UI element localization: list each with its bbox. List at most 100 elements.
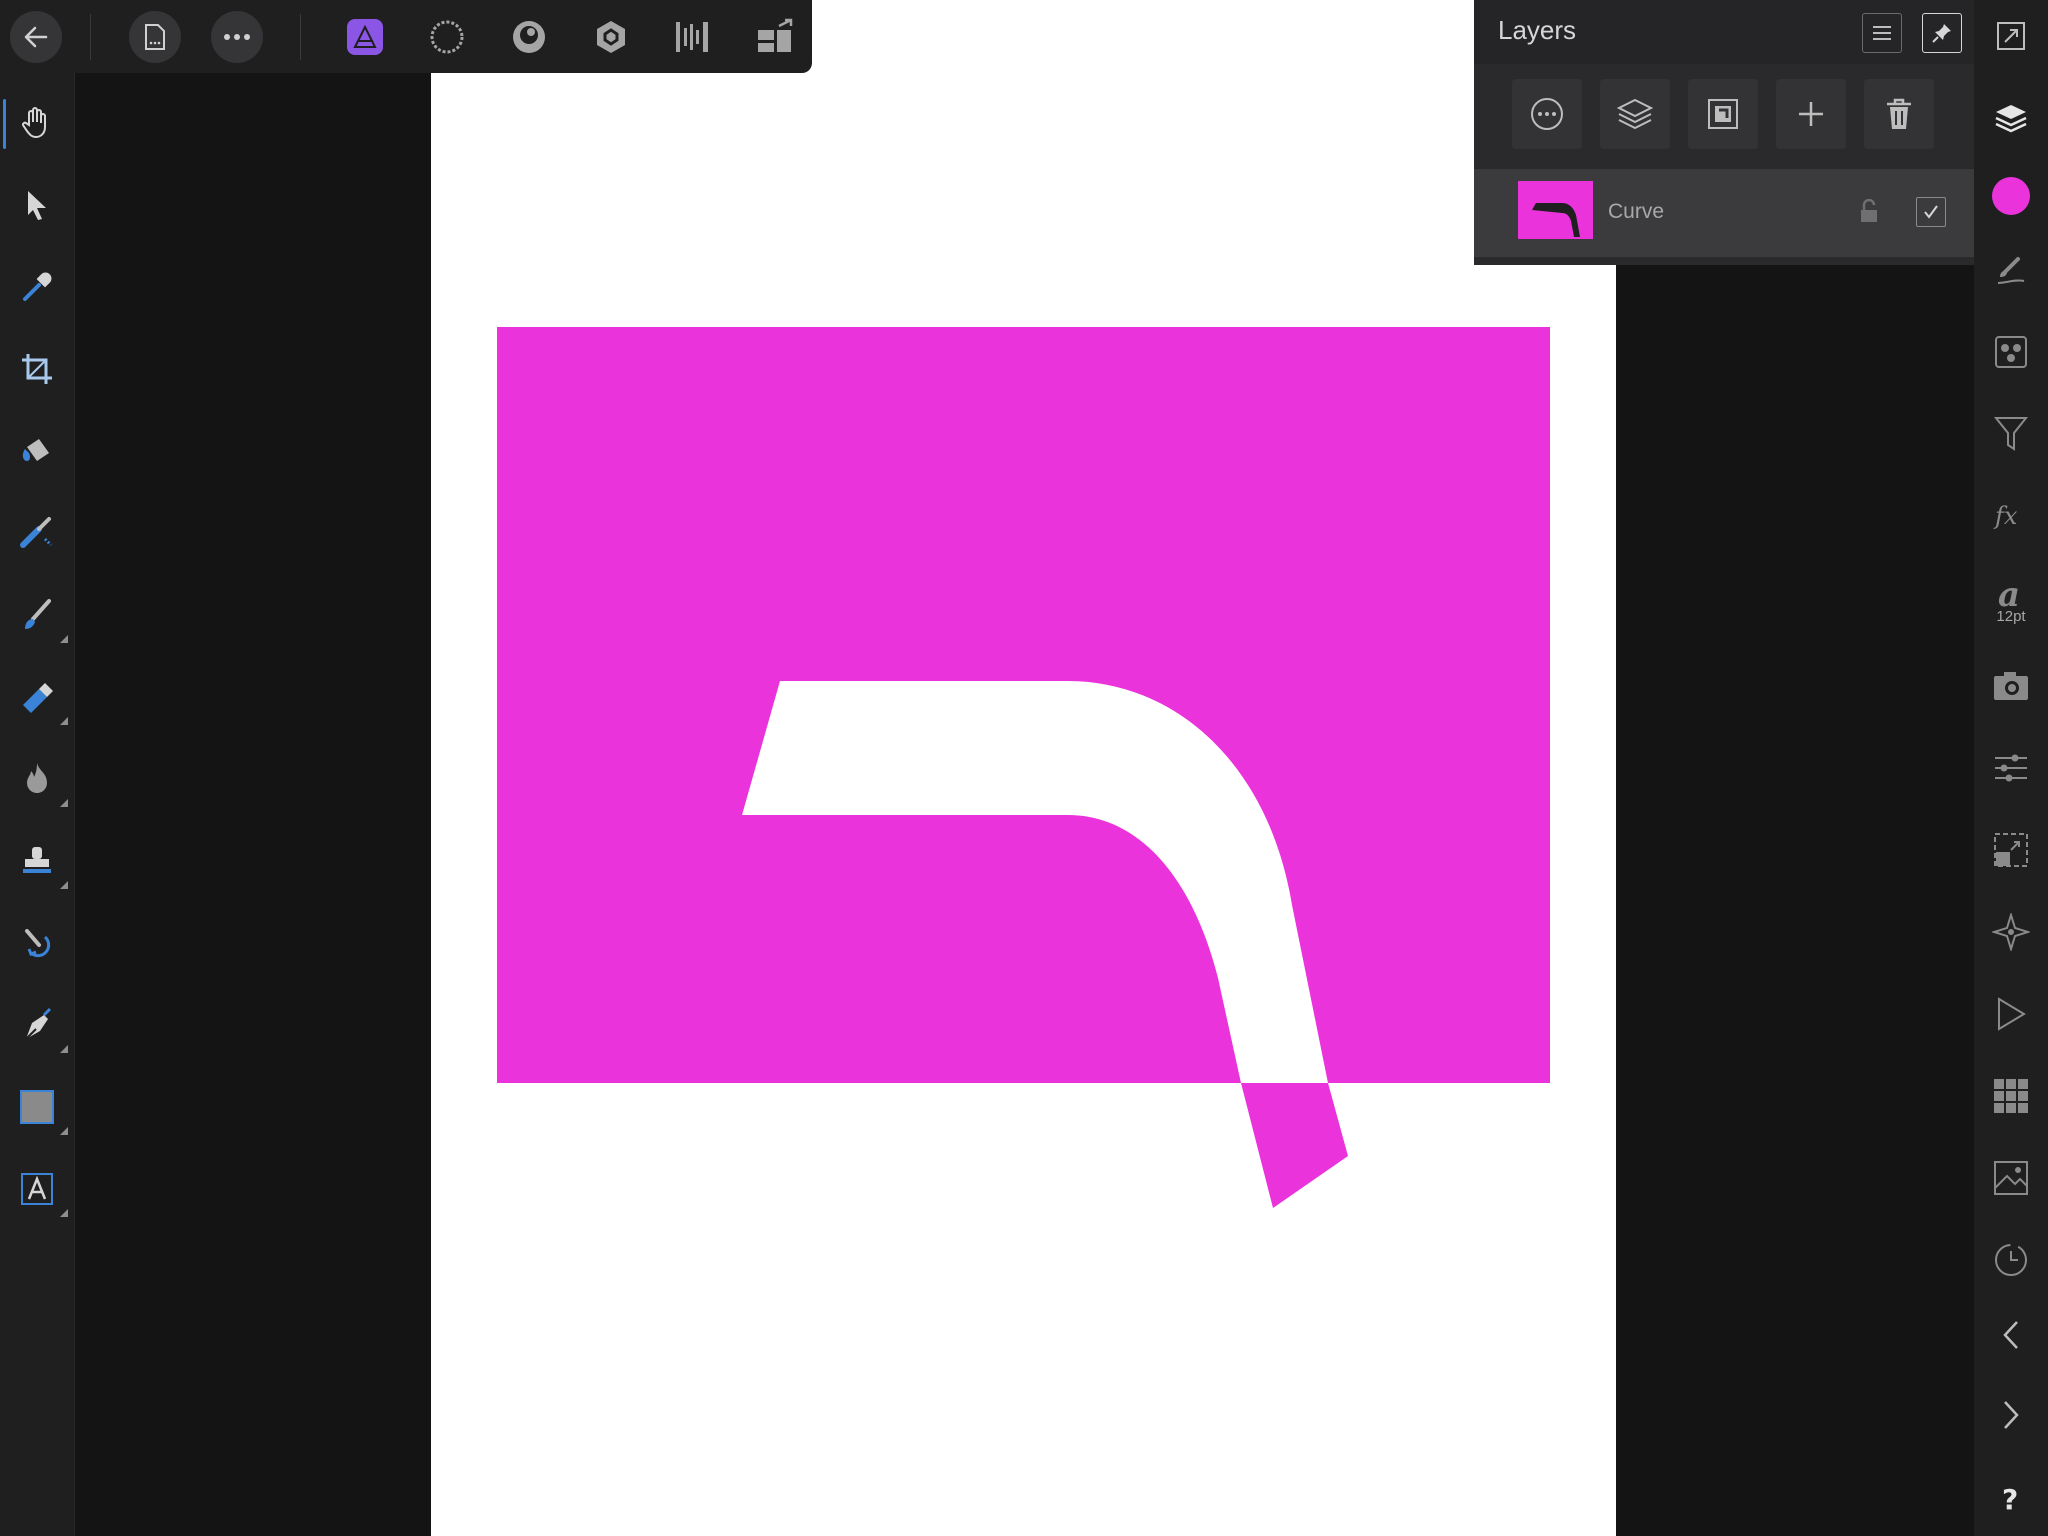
font-size-label: 12pt: [1996, 607, 2026, 625]
crop-tool[interactable]: [0, 333, 74, 405]
help-button[interactable]: ?: [1974, 1463, 2048, 1533]
photo-persona-icon: [347, 18, 383, 55]
pin-icon: [1932, 24, 1951, 43]
layers-panel-header: Layers: [1474, 0, 1974, 64]
transform-icon: [1994, 833, 2028, 867]
panel-menu-button[interactable]: [1862, 13, 1902, 53]
export-persona-button[interactable]: [668, 0, 718, 73]
pen-nib-icon: [25, 1007, 52, 1040]
stock-icon: [1994, 1161, 2028, 1195]
selection-brush-icon: [20, 517, 53, 548]
pin-panel-button[interactable]: [1922, 13, 1962, 53]
studio-bar: fx a 12pt ?: [1974, 0, 2048, 1536]
svg-text:?: ?: [2002, 1483, 2018, 1514]
channels-studio-button[interactable]: [1974, 317, 2048, 387]
document-icon: [129, 10, 181, 63]
eyedropper-icon: [23, 272, 52, 301]
adjustments-studio-button[interactable]: [1974, 733, 2048, 803]
history-studio-button[interactable]: [1974, 1225, 2048, 1295]
navigator-studio-button[interactable]: [1974, 897, 2048, 967]
stock-studio-button[interactable]: [1974, 1143, 2048, 1213]
layer-stack-button[interactable]: [1600, 79, 1670, 149]
add-layer-button[interactable]: [1776, 79, 1846, 149]
curve-shape[interactable]: [497, 327, 1550, 1208]
checkmark-icon: [1924, 205, 1938, 219]
document-button[interactable]: [129, 0, 181, 73]
move-tool[interactable]: [0, 169, 74, 241]
layers-panel: Layers Curve: [1474, 0, 1974, 265]
flood-fill-tool[interactable]: [0, 415, 74, 487]
undo-button[interactable]: [1974, 1300, 2048, 1370]
more-button[interactable]: [211, 0, 263, 73]
fullscreen-icon: [1997, 22, 2025, 50]
text-style-icon: a: [1998, 576, 2020, 610]
rectangle-tool[interactable]: [0, 1071, 74, 1143]
mask-button[interactable]: [1688, 79, 1758, 149]
color-icon: [1992, 177, 2030, 215]
pointer-icon: [28, 191, 46, 220]
svg-text:a: a: [1998, 576, 2020, 610]
photo-persona-button[interactable]: [340, 0, 390, 73]
selection-brush-tool[interactable]: [0, 497, 74, 569]
visibility-checkbox[interactable]: [1916, 197, 1946, 227]
back-button[interactable]: [10, 0, 62, 73]
view-tool[interactable]: [0, 87, 74, 159]
color-studio-button[interactable]: [1974, 161, 2048, 231]
unlock-icon[interactable]: [1859, 199, 1879, 223]
delete-layer-button[interactable]: [1864, 79, 1934, 149]
delete-layer-icon: [1887, 98, 1911, 129]
flame-icon: [27, 763, 47, 793]
develop-persona-icon: [513, 20, 545, 53]
macro-studio-button[interactable]: [1974, 979, 2048, 1049]
mask-icon: [1708, 99, 1738, 129]
layers-icon: [1995, 105, 2027, 133]
add-layer-icon: [1799, 102, 1823, 126]
back-icon: [10, 10, 62, 63]
brushes-icon: [1997, 257, 2025, 284]
text-tool[interactable]: [0, 1153, 74, 1225]
swatches-studio-button[interactable]: [1974, 1061, 2048, 1131]
erase-brush-tool[interactable]: [0, 661, 74, 733]
export-persona-icon: [676, 21, 708, 52]
tone-mapping-persona-icon: [597, 20, 625, 53]
fx-icon: fx: [1993, 502, 2018, 530]
tone-mapping-persona-button[interactable]: [586, 0, 636, 73]
publish-button[interactable]: [750, 0, 800, 73]
layers-studio-button[interactable]: [1974, 84, 2048, 154]
dodge-burn-tool[interactable]: [0, 743, 74, 815]
filters-icon: [1994, 417, 2028, 451]
layer-options-icon: [1531, 98, 1563, 130]
history-icon: [1995, 1244, 2027, 1276]
undo-brush-icon: [25, 929, 51, 958]
eraser-icon: [23, 683, 53, 713]
layer-name[interactable]: Curve: [1608, 200, 1664, 224]
paint-brush-tool[interactable]: [0, 579, 74, 651]
redo-icon: [2004, 1401, 2019, 1429]
develop-persona-button[interactable]: [504, 0, 554, 73]
fullscreen-button[interactable]: [1974, 1, 2048, 71]
clone-tool[interactable]: [0, 825, 74, 897]
brushes-studio-button[interactable]: [1974, 235, 2048, 305]
snapshot-studio-button[interactable]: [1974, 651, 2048, 721]
undo-icon: [2003, 1321, 2018, 1349]
snapshot-icon: [1994, 672, 2028, 700]
layer-row[interactable]: Curve: [1474, 169, 1974, 257]
hamburger-icon: [1873, 26, 1891, 40]
swatches-icon: [1994, 1079, 2028, 1113]
color-picker-tool[interactable]: [0, 251, 74, 323]
filters-studio-button[interactable]: [1974, 398, 2048, 468]
layer-stack-icon: [1616, 98, 1654, 130]
transform-studio-button[interactable]: [1974, 815, 2048, 885]
redo-button[interactable]: [1974, 1380, 2048, 1450]
layer-options-button[interactable]: [1512, 79, 1582, 149]
navigator-icon: [1992, 913, 2030, 951]
adjustments-icon: [1995, 754, 2027, 782]
crop-icon: [22, 354, 52, 384]
liquify-persona-button[interactable]: [422, 0, 472, 73]
pen-tool[interactable]: [0, 989, 74, 1061]
text-style-studio-button[interactable]: a 12pt: [1974, 565, 2048, 635]
red-eye-tool[interactable]: [0, 907, 74, 979]
fx-studio-button[interactable]: fx: [1974, 480, 2048, 550]
more-icon: [211, 10, 263, 63]
top-toolbar: [0, 0, 812, 73]
